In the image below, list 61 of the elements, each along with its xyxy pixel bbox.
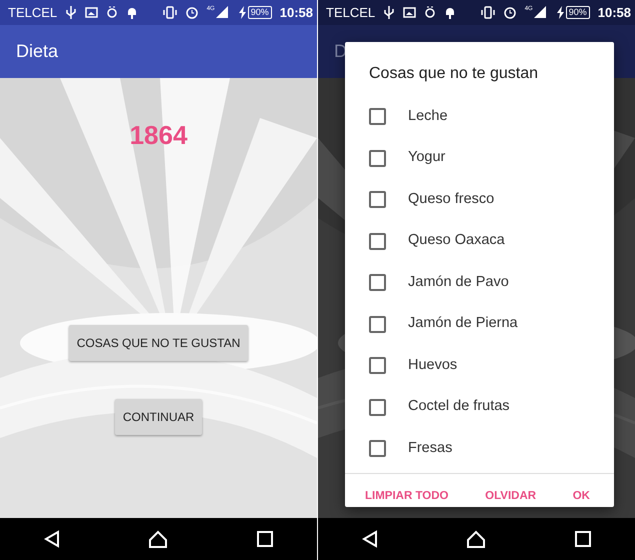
checkbox-item[interactable]: Jamón de Pavo <box>345 262 614 304</box>
checkbox-item[interactable]: Yogur <box>345 138 614 179</box>
checkbox-item[interactable]: Queso Oaxaca <box>345 220 614 262</box>
vibrate-icon <box>480 5 495 20</box>
checkbox[interactable] <box>369 398 386 416</box>
checkbox-label: Jamón de Pavo <box>408 272 509 292</box>
checkbox-item[interactable]: Huevos <box>345 345 614 386</box>
checkbox-label: Coctel de frutas <box>408 397 510 416</box>
usb-icon <box>65 5 78 20</box>
app-title: Dieta <box>16 40 58 63</box>
usb-icon <box>383 5 396 20</box>
light-bulb-icon <box>106 5 118 20</box>
charging-icon <box>554 5 565 20</box>
signal-icon <box>214 5 229 20</box>
action-button[interactable]: CONTINUAR <box>114 399 202 435</box>
dialog-button[interactable]: LIMPIAR TODO <box>361 484 452 510</box>
home-icon[interactable] <box>466 530 486 548</box>
home-icon[interactable] <box>148 530 168 548</box>
back-icon[interactable] <box>362 530 378 548</box>
calorie-count: 1864 <box>130 119 188 152</box>
checkbox-label: Leche <box>408 106 448 126</box>
checkbox[interactable] <box>369 150 386 167</box>
checkbox-item[interactable]: Queso fresco <box>345 179 614 220</box>
dialog-title: Cosas que no te gustan <box>368 64 540 84</box>
alarm-icon <box>502 5 517 20</box>
dialog-button[interactable]: OK <box>568 484 594 510</box>
checkbox[interactable] <box>369 108 386 126</box>
checkbox-item[interactable]: Fresas <box>345 428 614 470</box>
battery-level: 90% <box>248 6 272 19</box>
vibrate-icon <box>162 5 177 20</box>
checkbox-item[interactable]: Coctel de frutas <box>345 386 614 428</box>
checkbox-item[interactable]: Leche <box>345 96 614 138</box>
checkbox-label: Jamón de Pierna <box>408 314 518 334</box>
image-icon <box>85 5 98 20</box>
checkbox-item[interactable]: Jamón de Pierna <box>345 304 614 345</box>
checkbox[interactable] <box>369 191 386 208</box>
clock: 10:58 <box>598 4 631 22</box>
checkbox[interactable] <box>369 440 386 458</box>
signal-icon <box>532 5 547 20</box>
battery-level: 90% <box>566 6 590 19</box>
checkbox[interactable] <box>369 357 386 374</box>
checkbox-label: Huevos <box>408 356 458 375</box>
action-button[interactable]: COSAS QUE NO TE GUSTAN <box>68 325 248 361</box>
light-bulb-icon <box>424 5 436 20</box>
checkbox-label: Queso Oaxaca <box>408 231 505 250</box>
image-icon <box>403 5 416 20</box>
checkbox[interactable] <box>369 316 386 333</box>
checkbox-label: Fresas <box>408 438 452 458</box>
recent-apps-icon[interactable] <box>256 531 273 547</box>
carrier-name: TELCEL <box>326 4 376 22</box>
alarm-icon <box>184 5 199 20</box>
back-icon[interactable] <box>44 530 60 548</box>
checkbox[interactable] <box>369 232 386 250</box>
carrier-name: TELCEL <box>8 4 58 22</box>
dialog-button[interactable]: OLVIDAR <box>481 484 540 510</box>
checkbox-label: Queso fresco <box>408 190 494 209</box>
checkbox[interactable] <box>369 274 386 292</box>
charging-icon <box>236 5 247 20</box>
checkbox-label: Yogur <box>408 148 446 168</box>
clock: 10:58 <box>280 4 313 22</box>
recent-apps-icon[interactable] <box>574 531 591 547</box>
